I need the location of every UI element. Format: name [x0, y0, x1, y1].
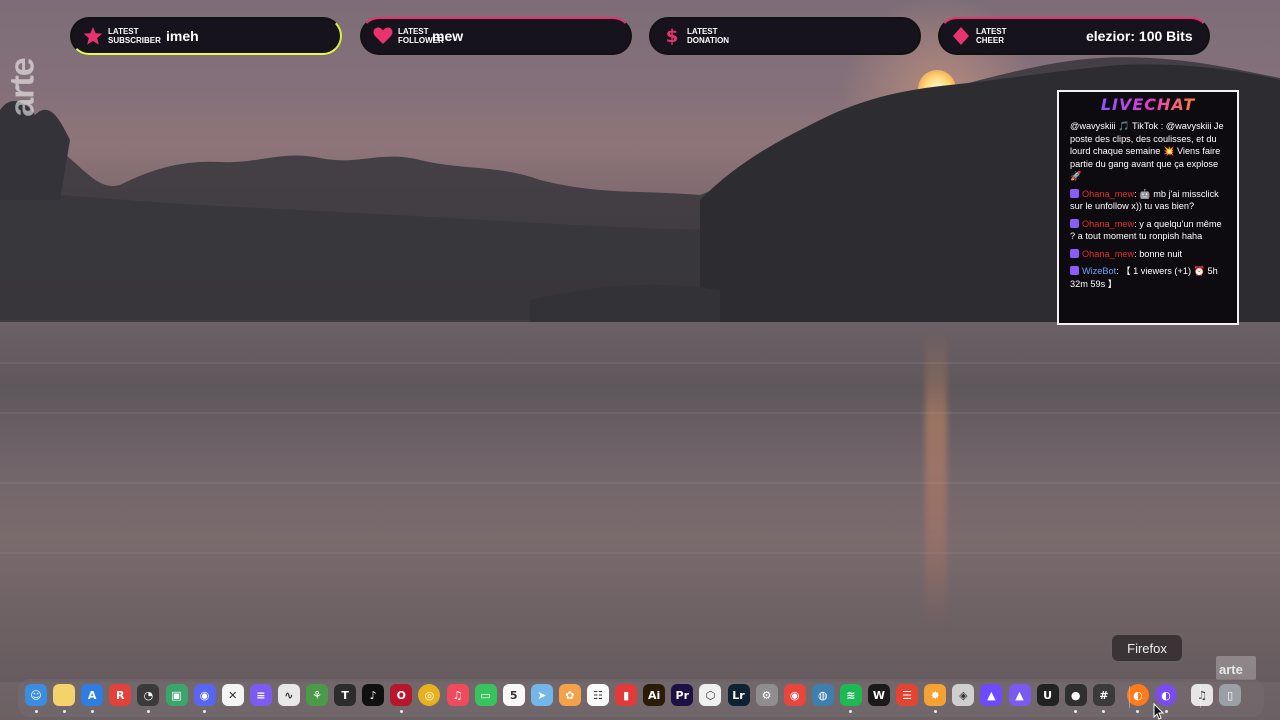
proton-vpn-icon[interactable]: ▲ — [1008, 684, 1031, 706]
lightroom-icon[interactable]: Lr — [727, 684, 750, 706]
typst-icon[interactable]: T — [334, 684, 357, 706]
arte-watermark: arte — [3, 58, 42, 117]
latest-follower-alert: LATEST FOLLOWER mew — [360, 17, 632, 55]
alert-label: LATEST CHEER — [976, 27, 1007, 45]
latest-donation-alert: $ LATEST DONATION — [649, 17, 921, 55]
chat-username: WizeBot — [1082, 266, 1117, 276]
dock-separator — [1200, 686, 1201, 708]
follower-name: mew — [432, 28, 464, 44]
reminders-icon[interactable]: ☷ — [587, 684, 609, 706]
dock-tooltip: Firefox — [1111, 634, 1183, 662]
twitch-badge-icon — [1070, 248, 1079, 258]
chat-message: Ohana_mew: bonne nuit — [1070, 248, 1227, 261]
latest-subscriber-alert: LATEST SUBSCRIBER imeh — [70, 17, 342, 55]
livechat-title: LIVECHAT — [1059, 95, 1237, 114]
system-settings-icon[interactable]: ⚙ — [755, 684, 778, 706]
alert-label: LATEST DONATION — [687, 27, 730, 45]
premiere-icon[interactable]: Pr — [671, 684, 694, 706]
dollar-icon: $ — [665, 25, 679, 47]
dock-running-indicator — [34, 710, 38, 713]
chat-username: Ohana_mew — [1082, 188, 1135, 199]
unity-icon[interactable]: ⬡ — [699, 684, 722, 706]
firefox-icon[interactable]: ◐ — [1126, 684, 1149, 706]
twitch-badge-icon — [1070, 188, 1079, 198]
dock-running-indicator — [933, 710, 937, 713]
subscriber-name: imeh — [166, 28, 199, 44]
dock-running-indicator — [146, 710, 150, 713]
cheer-value: elezior: 100 Bits — [1086, 28, 1193, 44]
dock-running-indicator — [90, 710, 94, 713]
todoist-icon[interactable]: ☰ — [896, 684, 919, 706]
diamond-icon — [950, 25, 972, 47]
music-icon[interactable]: ♫ — [446, 684, 469, 706]
proxyman-icon[interactable]: ◍ — [811, 684, 834, 706]
red-tool-icon[interactable]: ▮ — [615, 684, 638, 706]
star-icon — [82, 25, 104, 47]
livechat-panel: LIVECHAT @wavyskiii 🎵 TikTok : @wavyskii… — [1057, 90, 1239, 325]
mouse-cursor-icon — [1153, 703, 1165, 720]
dock-running-indicator — [62, 710, 66, 713]
notes-icon[interactable] — [53, 684, 76, 706]
arte-corner-logo: arte — [1216, 656, 1256, 680]
latest-cheer-alert: LATEST CHEER elezior: 100 Bits — [938, 17, 1210, 55]
opera-icon[interactable]: O — [390, 684, 413, 706]
chat-message: Ohana_mew: y a quelqu'un même ? a tout m… — [1070, 218, 1222, 241]
earth-app-icon[interactable]: ⚘ — [306, 684, 328, 706]
ue-icon[interactable]: U — [1036, 684, 1059, 706]
calendar-icon[interactable]: 5 — [502, 684, 525, 706]
app-store-icon[interactable]: A — [81, 684, 104, 706]
android-studio-icon[interactable]: ▣ — [165, 684, 188, 706]
illustrator-icon[interactable]: Ai — [643, 684, 666, 706]
chat-message: Ohana_mew: 🤖 mb j'ai missclick sur le un… — [1070, 188, 1219, 211]
screen-record-icon[interactable]: ◉ — [783, 684, 806, 706]
itunes-file-icon[interactable]: ♫ — [1191, 684, 1214, 706]
proton-icon[interactable]: ▲ — [980, 684, 1003, 706]
trash-icon[interactable]: ▯ — [1219, 684, 1242, 706]
heart-icon — [372, 25, 394, 47]
alert-label: LATEST SUBSCRIBER — [108, 27, 161, 45]
notion-like-icon[interactable]: ≡ — [249, 684, 272, 706]
hashtag-app-icon[interactable]: # — [1092, 684, 1115, 706]
chat-messages: @wavyskiii 🎵 TikTok : @wavyskiii Je post… — [1059, 114, 1237, 290]
chat-username: Ohana_mew — [1082, 248, 1135, 259]
fl-studio-icon[interactable]: ✸ — [924, 684, 947, 706]
red-app-icon[interactable]: R — [109, 684, 132, 706]
activity-monitor-icon[interactable]: ◔ — [137, 684, 160, 706]
chat-username: Ohana_mew — [1082, 218, 1135, 229]
chat-message: @wavyskiii 🎵 TikTok : @wavyskiii Je post… — [1070, 121, 1224, 181]
finder-icon[interactable]: ☺ — [25, 684, 47, 706]
sun-reflection — [925, 330, 947, 630]
chat-message: WizeBot: 【 1 viewers (+1) ⏰ 5h 32m 59s 】 — [1070, 266, 1218, 289]
twitch-badge-icon — [1070, 266, 1079, 275]
waves-icon[interactable]: W — [868, 684, 890, 706]
stocks-icon[interactable]: ∿ — [277, 684, 300, 706]
discord-icon[interactable]: ◉ — [193, 684, 216, 706]
maps-icon[interactable]: ➤ — [530, 684, 553, 706]
photos-icon[interactable]: ✿ — [558, 684, 581, 706]
twitch-badge-icon — [1070, 218, 1079, 228]
obs-icon[interactable]: ● — [1064, 684, 1087, 706]
capcut-icon[interactable]: ✕ — [221, 684, 244, 706]
dock-separator — [1129, 686, 1130, 708]
spotify-icon[interactable]: ≋ — [839, 684, 862, 706]
dock-running-indicator — [399, 710, 403, 713]
ableton-icon[interactable]: ◈ — [952, 684, 975, 706]
tiktok-icon[interactable]: ♪ — [362, 684, 385, 706]
messages-icon[interactable]: ▭ — [474, 684, 497, 706]
river-water — [0, 322, 1280, 682]
